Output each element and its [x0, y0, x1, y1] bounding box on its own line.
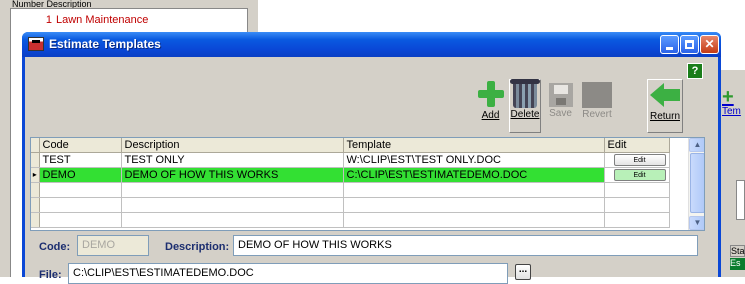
background-row-description: Lawn Maintenance — [56, 14, 149, 26]
table-row-selected[interactable]: ▸ DEMO DEMO OF HOW THIS WORKS C:\CLIP\ES… — [31, 167, 670, 183]
cell-edit: Edit — [604, 167, 670, 183]
grid-header-row: Code Description Template Edit — [31, 138, 670, 153]
background-column-header: Sta — [730, 245, 745, 257]
description-label: Description: — [165, 241, 230, 253]
revert-icon — [582, 82, 612, 108]
browse-button[interactable]: ... — [515, 264, 531, 280]
empty-row[interactable] — [31, 197, 670, 213]
scroll-down-icon[interactable]: ▼ — [689, 216, 704, 230]
cell-edit: Edit — [604, 152, 670, 168]
maximize-icon — [685, 40, 694, 49]
background-template-label: Tem — [722, 106, 741, 117]
delete-button[interactable]: Delete — [509, 79, 541, 133]
dialog-content: ? Add Delete Save Revert Return Code Des… — [25, 57, 718, 284]
plus-icon: + — [722, 86, 734, 108]
row-selector-current[interactable]: ▸ — [31, 167, 40, 183]
background-row-number: 1 — [45, 14, 52, 26]
scrollbar-thumb[interactable] — [690, 153, 704, 213]
cell-description[interactable]: TEST ONLY — [121, 152, 344, 168]
description-field[interactable]: DEMO OF HOW THIS WORKS — [233, 235, 698, 256]
table-row[interactable]: TEST TEST ONLY W:\CLIP\EST\TEST ONLY.DOC… — [31, 152, 670, 168]
background-grid-header: Number Description — [10, 0, 248, 9]
column-header-edit[interactable]: Edit — [604, 138, 670, 153]
edit-button[interactable]: Edit — [613, 169, 666, 181]
add-label: Add — [481, 110, 500, 121]
background-grid-row[interactable]: 1 Lawn Maintenance — [10, 14, 248, 30]
save-button[interactable]: Save — [545, 79, 576, 133]
background-field[interactable] — [736, 180, 745, 220]
file-field[interactable]: C:\CLIP\EST\ESTIMATEDEMO.DOC — [68, 263, 508, 284]
column-header-template[interactable]: Template — [343, 138, 605, 153]
background-template-button[interactable]: + Tem — [722, 86, 745, 128]
scroll-up-icon[interactable]: ▲ — [689, 138, 704, 152]
revert-button[interactable]: Revert — [579, 79, 615, 133]
delete-label: Delete — [510, 109, 540, 120]
minimize-button[interactable] — [660, 35, 679, 54]
cell-code[interactable]: DEMO — [39, 167, 122, 183]
cell-template[interactable]: C:\CLIP\EST\ESTIMATEDEMO.DOC — [343, 167, 605, 183]
code-field[interactable]: DEMO — [77, 235, 149, 256]
templates-grid[interactable]: Code Description Template Edit TEST TEST… — [30, 137, 705, 231]
cell-template[interactable]: W:\CLIP\EST\TEST ONLY.DOC — [343, 152, 605, 168]
plus-icon — [476, 79, 506, 109]
background-cell[interactable]: Es — [730, 258, 745, 270]
cell-description[interactable]: DEMO OF HOW THIS WORKS — [121, 167, 344, 183]
dialog-title: Estimate Templates — [49, 37, 161, 51]
empty-row[interactable] — [31, 212, 670, 228]
revert-label: Revert — [582, 109, 612, 120]
add-button[interactable]: Add — [475, 79, 506, 133]
column-header-code[interactable]: Code — [39, 138, 122, 153]
save-label: Save — [549, 108, 572, 119]
help-button[interactable]: ? — [687, 63, 703, 79]
arrow-left-icon — [650, 80, 680, 110]
title-bar[interactable]: Estimate Templates ✕ — [22, 32, 721, 57]
templates-table: Code Description Template Edit TEST TEST… — [31, 138, 670, 228]
return-button[interactable]: Return — [647, 79, 683, 133]
trash-icon — [510, 79, 540, 108]
empty-row[interactable] — [31, 182, 670, 198]
code-label: Code: — [39, 241, 71, 253]
floppy-disk-icon — [548, 83, 573, 107]
close-icon: ✕ — [704, 37, 715, 51]
column-header-description[interactable]: Description — [121, 138, 344, 153]
minimize-icon — [666, 47, 673, 50]
cell-code[interactable]: TEST — [39, 152, 122, 168]
vertical-scrollbar[interactable]: ▲ ▼ — [688, 138, 704, 230]
estimate-templates-dialog: Estimate Templates ✕ ? Add Delete Save R… — [22, 32, 721, 284]
maximize-button[interactable] — [680, 35, 699, 54]
row-selector[interactable] — [31, 152, 40, 168]
return-label: Return — [649, 111, 680, 122]
edit-button[interactable]: Edit — [613, 154, 666, 166]
app-icon — [28, 37, 44, 51]
close-button[interactable]: ✕ — [700, 35, 719, 54]
file-label: File: — [39, 269, 62, 281]
row-selector-header — [31, 138, 40, 153]
